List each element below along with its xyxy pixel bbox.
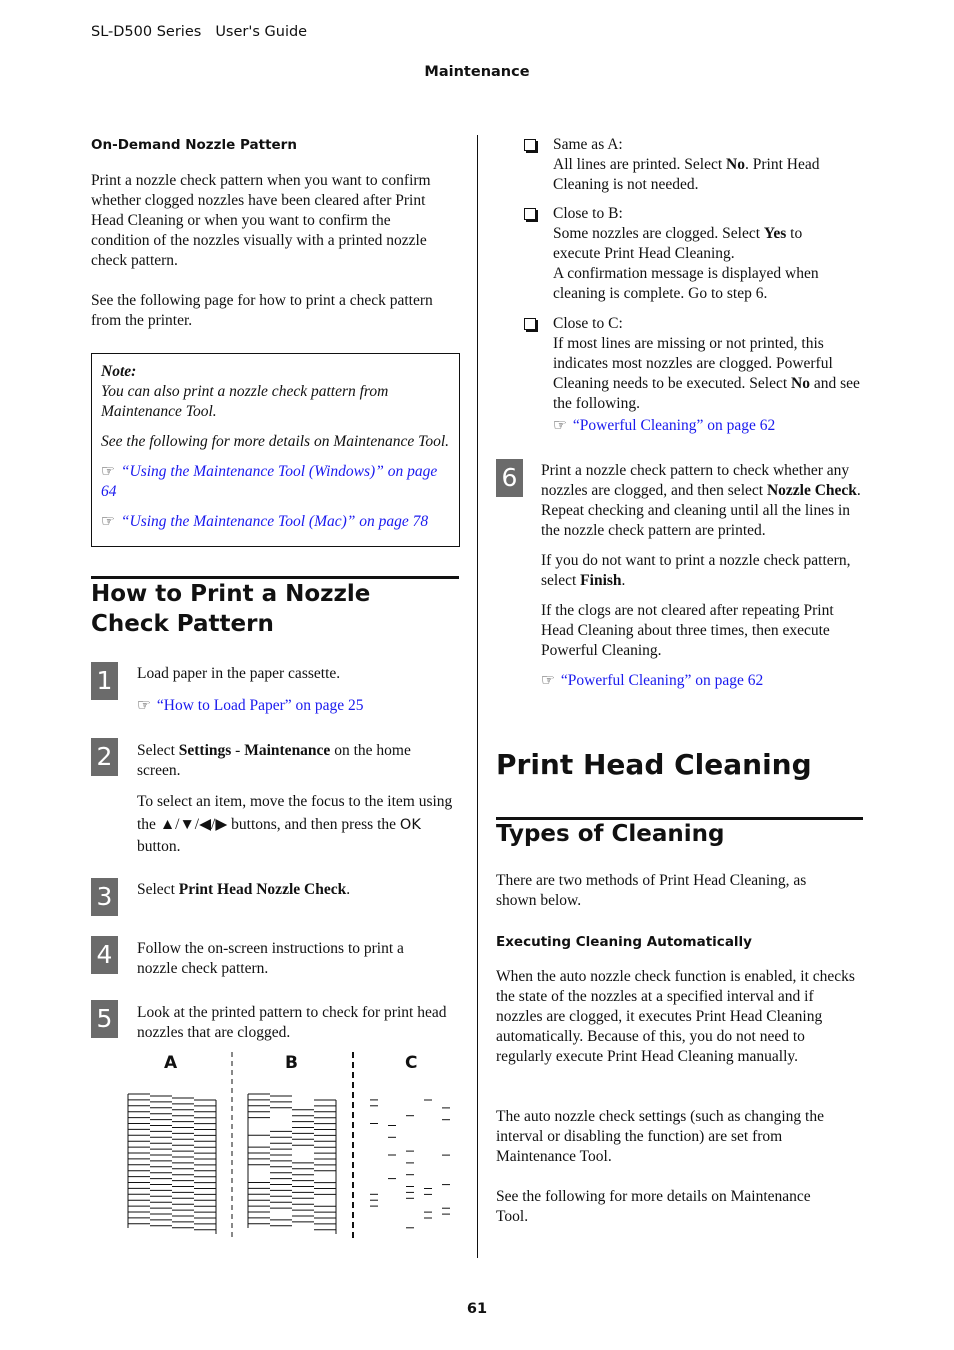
note-label: Note: [101, 363, 137, 380]
text: . [621, 572, 626, 589]
text: Select [137, 742, 179, 759]
step-number: 5 [91, 1000, 118, 1038]
step-6-text: Print a nozzle check pattern to check wh… [541, 461, 861, 701]
menu-print-head-nozzle-check: Print Head Nozzle Check [178, 881, 347, 898]
auto-para1: When the auto nozzle check function is e… [496, 968, 855, 1065]
step-5-text: Look at the printed pattern to check for… [137, 1004, 447, 1041]
text: - [231, 742, 245, 759]
auto-para2: The auto nozzle check settings (such as … [496, 1108, 824, 1165]
text: buttons, and then press the [227, 815, 400, 833]
text: A confirmation message is displayed when… [553, 265, 819, 302]
link-maintenance-tool-windows[interactable]: “Using the Maintenance Tool (Windows)” o… [101, 463, 437, 500]
page: SL-D500 Series User's Guide Maintenance O… [0, 0, 954, 1350]
note-text2: See the following for more details on Ma… [101, 433, 450, 450]
ok-button-label: OK [399, 816, 421, 833]
text-yes: Yes [763, 225, 787, 242]
step-number: 2 [91, 738, 118, 776]
text: button. [137, 838, 181, 855]
note-box: Note: You can also print a nozzle check … [91, 353, 460, 547]
auto-para3: See the following for more details on Ma… [496, 1188, 811, 1225]
text: Some nozzles are clogged. Select [553, 225, 764, 242]
step-number: 4 [91, 936, 118, 974]
pointing-hand-icon: ☞ [101, 513, 115, 530]
on-demand-para1: Print a nozzle check pattern when you wa… [91, 172, 431, 269]
menu-maintenance: Maintenance [244, 742, 331, 759]
on-demand-para2: See the following page for how to print … [91, 292, 433, 329]
pointing-hand-icon: ☞ [101, 463, 115, 480]
step-1-instruction: Load paper in the paper cassette. [137, 665, 341, 682]
text: All lines are printed. Select [553, 156, 727, 173]
pointing-hand-icon: ☞ [541, 672, 555, 689]
menu-nozzle-check: Nozzle Check [766, 482, 857, 499]
arrow-buttons: ▲/▼/◀/▶ [159, 815, 228, 833]
step-2-text: Select Settings - Maintenance on the hom… [137, 741, 457, 869]
option-title: Same as A: [553, 136, 623, 153]
pointing-hand-icon: ☞ [553, 417, 567, 434]
product-name: SL-D500 Series [91, 24, 202, 40]
on-demand-heading: On-Demand Nozzle Pattern [91, 137, 297, 153]
menu-finish: Finish [580, 572, 622, 589]
text: If the clogs are not cleared after repea… [541, 602, 834, 659]
option-title: Close to C: [553, 315, 623, 332]
types-of-cleaning-heading: Types of Cleaning [496, 821, 725, 847]
step-1-text: Load paper in the paper cassette. ☞ “How … [137, 664, 457, 726]
step-4-text: Follow the on-screen instructions to pri… [137, 940, 404, 977]
checkbox-bullet-icon [524, 318, 536, 330]
text-no: No [791, 375, 810, 392]
option-close-to-b: Close to B: Some nozzles are clogged. Se… [553, 204, 853, 304]
step-number: 1 [91, 662, 118, 700]
step-number: 3 [91, 878, 118, 916]
link-powerful-cleaning[interactable]: “Powerful Cleaning” on page 62 [573, 417, 775, 434]
link-how-to-load-paper[interactable]: “How to Load Paper” on page 25 [157, 697, 364, 714]
checkbox-bullet-icon [524, 139, 536, 151]
running-header: SL-D500 Series User's Guide [91, 22, 307, 42]
section-title: Maintenance [424, 64, 530, 80]
auto-cleaning-heading: Executing Cleaning Automatically [496, 934, 752, 950]
howto-heading: How to Print a Nozzle Check Pattern [91, 581, 371, 637]
text-no: No [726, 156, 745, 173]
menu-settings: Settings [178, 742, 232, 759]
nozzle-check-pattern-illustration [127, 1052, 450, 1240]
print-head-cleaning-heading: Print Head Cleaning [496, 748, 812, 781]
step-3-text: Select Print Head Nozzle Check. [137, 880, 457, 900]
option-title: Close to B: [553, 205, 623, 222]
step-number: 6 [496, 459, 523, 497]
checkbox-bullet-icon [524, 208, 536, 220]
text: . [346, 881, 351, 898]
text: Select [137, 881, 179, 898]
column-divider [477, 135, 478, 1258]
types-para: There are two methods of Print Head Clea… [496, 872, 807, 909]
option-close-to-c: Close to C: If most lines are missing or… [553, 314, 861, 436]
pointing-hand-icon: ☞ [137, 697, 151, 714]
option-same-as-a: Same as A: All lines are printed. Select… [553, 135, 853, 195]
page-number: 61 [466, 1301, 488, 1317]
link-maintenance-tool-mac[interactable]: “Using the Maintenance Tool (Mac)” on pa… [121, 513, 428, 530]
note-text1: You can also print a nozzle check patter… [101, 383, 389, 420]
guide-name: User's Guide [215, 24, 308, 40]
link-powerful-cleaning[interactable]: “Powerful Cleaning” on page 62 [561, 672, 763, 689]
